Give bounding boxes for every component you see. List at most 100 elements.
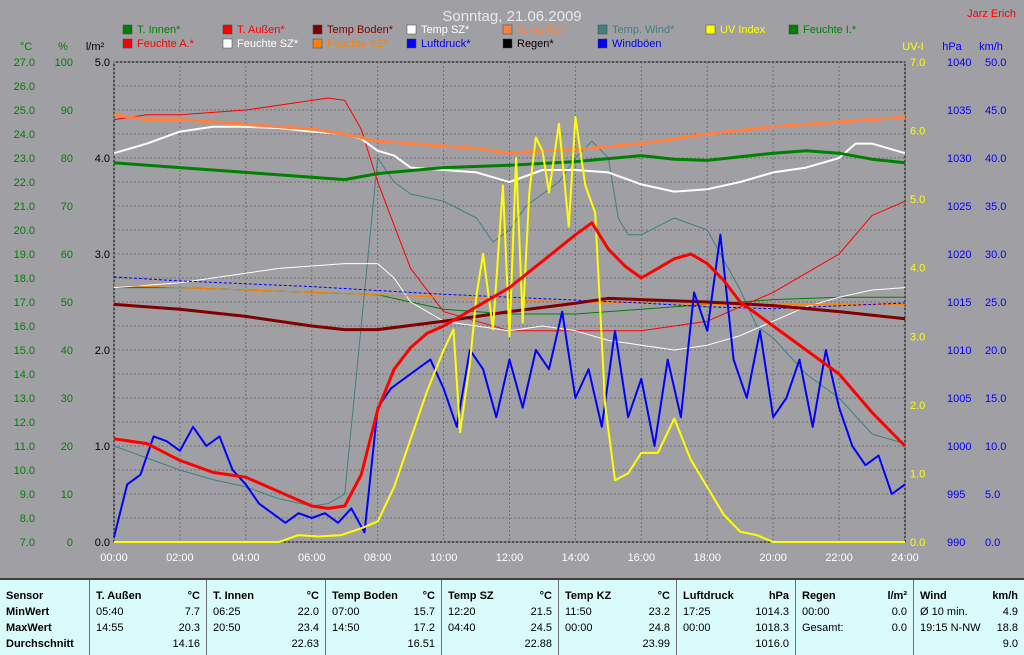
- tick-label-temp: 24.0: [14, 129, 35, 141]
- stats-unit: °C: [422, 590, 435, 602]
- tick-label-pressure: 990: [947, 537, 965, 549]
- stats-cell-value: 15.7: [413, 606, 435, 618]
- tick-label-wind: 10.0: [985, 441, 1006, 453]
- legend-swatch: [122, 24, 133, 35]
- stats-cell-label: 05:40: [96, 606, 124, 618]
- stats-unit: km/h: [992, 590, 1018, 602]
- stats-header: Temp SZ: [448, 590, 494, 602]
- stats-cell-label: MinWert: [6, 606, 50, 618]
- tick-label-temp: 14.0: [14, 369, 35, 381]
- stats-unit: °C: [657, 590, 670, 602]
- statistics-table: Sensor MinWert MaxWert Durchschnitt T. Außen…: [0, 578, 1024, 655]
- tick-label-temp: 26.0: [14, 81, 35, 93]
- stats-header: Temp Boden: [332, 590, 398, 602]
- stats-cell-label: 00:00: [683, 622, 711, 634]
- legend-swatch: [406, 24, 417, 35]
- tick-label-uv: 6.0: [910, 126, 925, 138]
- x-tick-label: 00:00: [100, 552, 128, 564]
- stats-cell-value: 18.8: [996, 622, 1018, 634]
- x-tick-label: 18:00: [693, 552, 721, 564]
- stats-column-5: Temp KZ °C 11:50 23.2 00:00 24.8 23.99: [558, 580, 676, 655]
- stats-cell-value: 23.2: [648, 606, 670, 618]
- stats-cell-value: 4.9: [1002, 606, 1018, 618]
- tick-label-humidity: 0: [67, 537, 73, 549]
- legend-swatch: [597, 38, 608, 49]
- axis-unit-wind: km/h: [979, 41, 1003, 53]
- stats-cell-value: 1018.3: [755, 622, 789, 634]
- x-tick-label: 02:00: [166, 552, 194, 564]
- tick-label-humidity: 40: [61, 345, 73, 357]
- weather-chart: Sonntag, 21.06.2009 Jarz Erich T. Innen*…: [0, 0, 1024, 578]
- legend-swatch: [502, 38, 513, 49]
- tick-label-uv: 4.0: [910, 263, 925, 275]
- stats-unit: °C: [306, 590, 319, 602]
- stats-cell-label: 14:55: [96, 622, 124, 634]
- tick-label-temp: 21.0: [14, 201, 35, 213]
- tick-label-uv: 5.0: [910, 194, 925, 206]
- legend-label: Temp KZ*: [517, 24, 566, 36]
- stats-cell-value: 23.99: [642, 638, 670, 650]
- stats-column-6: Luftdruck hPa 17:25 1014.3 00:00 1018.3 1016.0: [676, 580, 795, 655]
- stats-cell-label: 14:50: [332, 622, 360, 634]
- tick-label-pressure: 1030: [947, 153, 971, 165]
- legend-label: Feuchte I.*: [803, 24, 857, 36]
- tick-label-pressure: 1040: [947, 57, 971, 69]
- stats-unit: °C: [187, 590, 200, 602]
- stats-cell-value: 20.3: [178, 622, 200, 634]
- tick-label-temp: 8.0: [20, 513, 35, 525]
- tick-label-uv: 2.0: [910, 400, 925, 412]
- x-tick-label: 14:00: [562, 552, 590, 564]
- x-tick-label: 24:00: [891, 552, 919, 564]
- tick-label-pressure: 995: [947, 489, 965, 501]
- stats-cell-label: Ø 10 min.: [920, 606, 968, 618]
- tick-label-humidity: 60: [61, 249, 73, 261]
- tick-label-wind: 25.0: [985, 297, 1006, 309]
- x-tick-label: 04:00: [232, 552, 260, 564]
- tick-label-temp: 18.0: [14, 273, 35, 285]
- stats-cell-value: 21.5: [530, 606, 552, 618]
- tick-label-temp: 20.0: [14, 225, 35, 237]
- stats-header: Temp KZ: [565, 590, 612, 602]
- legend-label: Regen*: [517, 38, 554, 50]
- stats-cell-value: 0.0: [891, 606, 907, 618]
- tick-label-rain: 4.0: [95, 153, 110, 165]
- legend-label: T. Außen*: [237, 24, 285, 36]
- stats-cell-label: 12:20: [448, 606, 476, 618]
- stats-cell-value: 22.0: [297, 606, 319, 618]
- legend-swatch: [222, 24, 233, 35]
- tick-label-wind: 20.0: [985, 345, 1006, 357]
- stats-cell-label: 17:25: [683, 606, 711, 618]
- legend-label: Feuchte KZ*: [327, 38, 389, 50]
- stats-cell-label: 19:15 N-NW: [920, 622, 981, 634]
- stats-cell-label: 06:25: [213, 606, 241, 618]
- tick-label-pressure: 1010: [947, 345, 971, 357]
- stats-header: T. Innen: [213, 590, 254, 602]
- stats-cell-label: 07:00: [332, 606, 360, 618]
- tick-label-temp: 11.0: [14, 441, 35, 453]
- stats-cell-value: 23.4: [297, 622, 319, 634]
- stats-cell-label: Gesamt:: [802, 622, 844, 634]
- legend-label: Windböen: [612, 38, 662, 50]
- legend-swatch: [312, 24, 323, 35]
- tick-label-uv: 1.0: [910, 468, 925, 480]
- stats-column-2: T. Innen °C 06:25 22.0 20:50 23.4 22.63: [206, 580, 325, 655]
- tick-label-pressure: 1015: [947, 297, 971, 309]
- stats-cell-value: 16.51: [407, 638, 435, 650]
- tick-label-humidity: 100: [55, 57, 73, 69]
- x-tick-label: 10:00: [430, 552, 458, 564]
- stats-cell-value: 7.7: [184, 606, 200, 618]
- tick-label-humidity: 80: [61, 153, 73, 165]
- stats-column-1: T. Außen °C 05:40 7.7 14:55 20.3 14.16: [89, 580, 206, 655]
- stats-cell-value: 24.8: [648, 622, 670, 634]
- stats-cell-value: 1014.3: [755, 606, 789, 618]
- legend-swatch: [312, 38, 323, 49]
- tick-label-temp: 25.0: [14, 105, 35, 117]
- stats-cell-label: 00:00: [802, 606, 830, 618]
- legend-swatch: [597, 24, 608, 35]
- tick-label-wind: 0.0: [985, 537, 1000, 549]
- axis-unit-humidity: %: [58, 41, 68, 53]
- stats-cell-value: 17.2: [413, 622, 435, 634]
- stats-cell-value: 0.0: [891, 622, 907, 634]
- stats-unit: hPa: [768, 590, 789, 602]
- axis-unit-pressure: hPa: [942, 41, 962, 53]
